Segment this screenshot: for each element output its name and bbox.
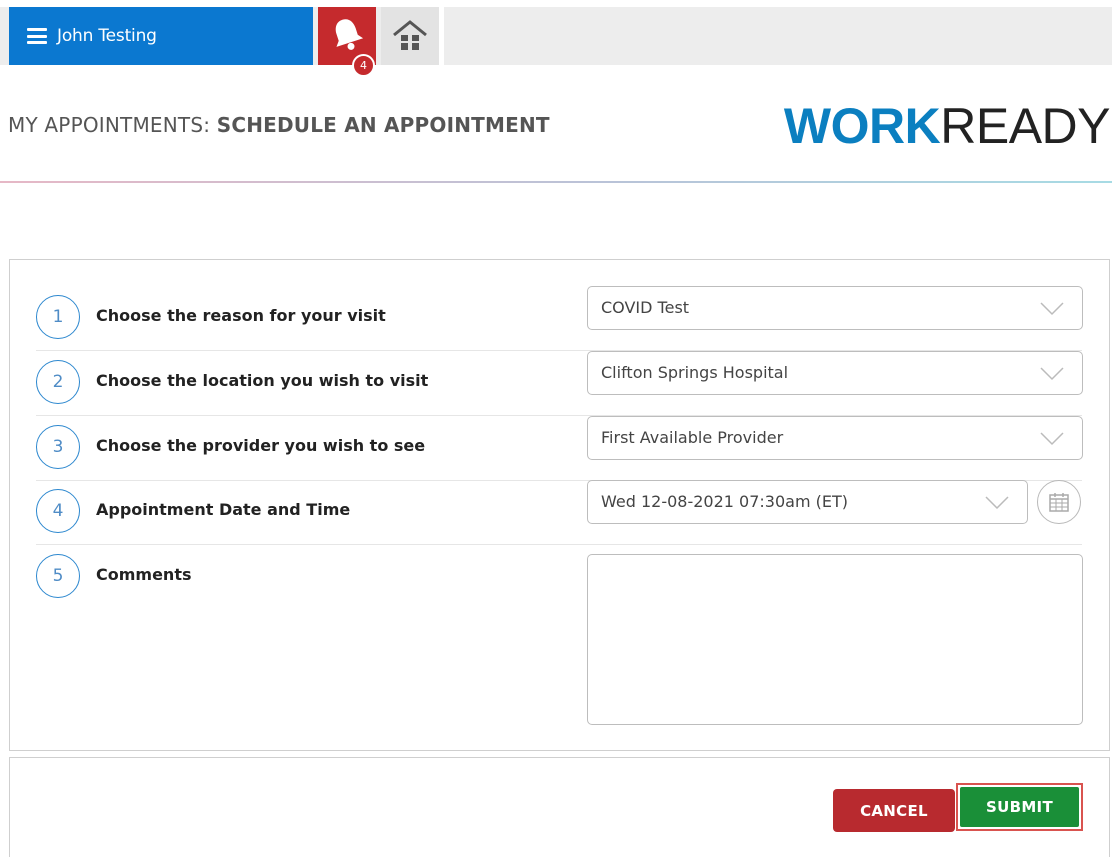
reason-label: Choose the reason for your visit xyxy=(96,306,386,325)
provider-label: Choose the provider you wish to see xyxy=(96,436,426,455)
chevron-down-icon xyxy=(1040,432,1064,446)
step-number: 5 xyxy=(36,554,80,598)
home-icon xyxy=(393,20,427,50)
calendar-icon xyxy=(1049,493,1069,512)
step-number: 2 xyxy=(36,360,80,404)
page-title-prefix: MY APPOINTMENTS: xyxy=(8,113,217,137)
reason-select[interactable]: COVID Test xyxy=(587,286,1083,330)
comments-textarea[interactable] xyxy=(587,554,1083,725)
chevron-down-icon xyxy=(1040,302,1064,316)
datetime-label: Appointment Date and Time xyxy=(96,500,351,519)
datetime-select[interactable]: Wed 12-08-2021 07:30am (ET) xyxy=(587,480,1028,524)
form-row-datetime: 4 Appointment Date and Time Wed 12-08-20… xyxy=(36,480,1082,545)
chevron-down-icon xyxy=(1040,367,1064,381)
top-bar-separator xyxy=(439,7,444,65)
notification-badge: 4 xyxy=(352,54,375,77)
top-bar: John Testing xyxy=(0,7,1112,65)
home-button[interactable] xyxy=(381,7,439,65)
step-number: 3 xyxy=(36,425,80,469)
page-title: MY APPOINTMENTS: SCHEDULE AN APPOINTMENT xyxy=(8,113,550,137)
reason-value: COVID Test xyxy=(601,298,690,317)
header-divider xyxy=(0,181,1112,183)
action-panel: CANCEL SUBMIT xyxy=(9,757,1110,857)
user-name: John Testing xyxy=(57,26,157,46)
provider-select[interactable]: First Available Provider xyxy=(587,416,1083,460)
workready-logo: WORKREADY xyxy=(783,97,1111,155)
submit-button[interactable]: SUBMIT xyxy=(960,787,1079,827)
cancel-button[interactable]: CANCEL xyxy=(833,789,955,832)
hamburger-icon xyxy=(27,28,47,44)
location-label: Choose the location you wish to visit xyxy=(96,371,429,390)
form-row-comments: 5 Comments xyxy=(36,545,1083,735)
bell-icon xyxy=(335,19,364,50)
logo-ready: READY xyxy=(940,98,1110,154)
form-row-provider: 3 Choose the provider you wish to see Fi… xyxy=(36,416,1083,481)
page-title-main: SCHEDULE AN APPOINTMENT xyxy=(216,113,550,137)
logo-work: WORK xyxy=(783,98,941,154)
step-number: 4 xyxy=(36,489,80,533)
datetime-value: Wed 12-08-2021 07:30am (ET) xyxy=(601,492,848,511)
location-select[interactable]: Clifton Springs Hospital xyxy=(587,351,1083,395)
user-menu-button[interactable]: John Testing xyxy=(9,7,313,65)
appointment-form: 1 Choose the reason for your visit COVID… xyxy=(9,259,1110,751)
form-row-reason: 1 Choose the reason for your visit COVID… xyxy=(36,286,1083,351)
form-row-location: 2 Choose the location you wish to visit … xyxy=(36,351,1083,416)
submit-highlight: SUBMIT xyxy=(956,783,1083,831)
location-value: Clifton Springs Hospital xyxy=(601,363,789,382)
comments-label: Comments xyxy=(96,565,192,584)
step-number: 1 xyxy=(36,295,80,339)
chevron-down-icon xyxy=(985,496,1009,510)
provider-value: First Available Provider xyxy=(601,428,784,447)
calendar-button[interactable] xyxy=(1037,480,1081,524)
